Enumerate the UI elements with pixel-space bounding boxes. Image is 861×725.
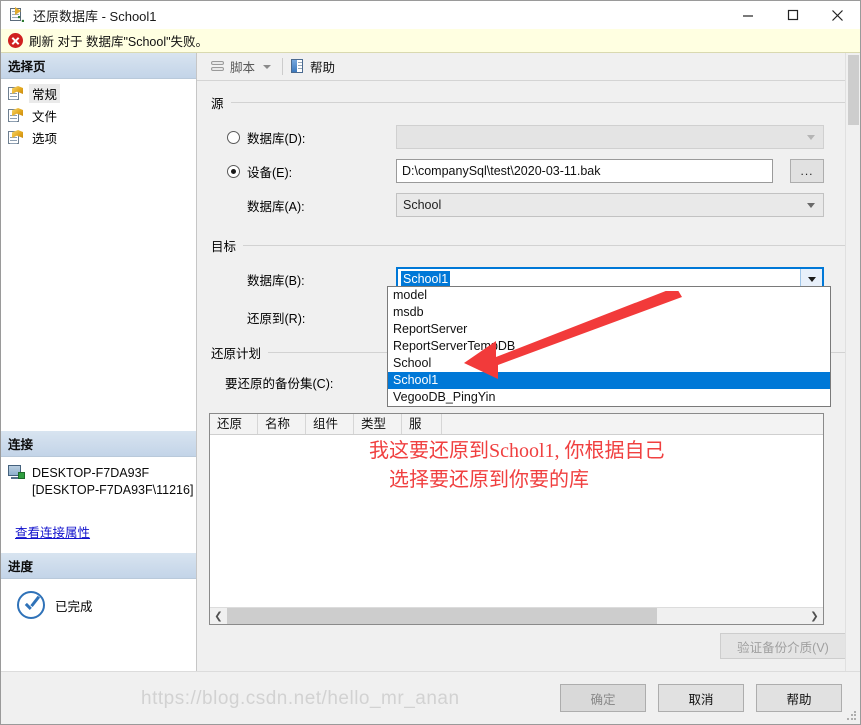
error-banner: 刷新 对于 数据库"School"失败。 xyxy=(1,29,860,53)
table-header-server[interactable]: 服 xyxy=(402,414,442,434)
page-icon xyxy=(8,130,24,145)
help-label: 帮助 xyxy=(310,61,336,75)
dropdown-item-reportservertempdb[interactable]: ReportServerTempDB xyxy=(388,338,830,355)
page-icon xyxy=(8,86,24,101)
page-icon xyxy=(8,108,24,123)
table-header-component[interactable]: 组件 xyxy=(306,414,354,434)
source-db-name-value: School xyxy=(403,198,442,212)
restore-to-label: 还原到(R): xyxy=(247,312,306,326)
table-horizontal-scrollbar[interactable]: ❮ ❯ xyxy=(210,607,823,624)
dropdown-item-reportserver[interactable]: ReportServer xyxy=(388,321,830,338)
minimize-button[interactable] xyxy=(725,1,770,29)
source-database-radio[interactable] xyxy=(227,130,240,144)
title-bar: 还原数据库 - School1 xyxy=(1,1,860,29)
chevron-down-icon xyxy=(807,135,815,140)
watermark: https://blog.csdn.net/hello_mr_anan xyxy=(141,688,460,709)
dropdown-item-school[interactable]: School xyxy=(388,355,830,372)
resize-grip-icon[interactable] xyxy=(846,710,857,721)
restore-database-dialog: 还原数据库 - School1 刷新 对于 数据库"School"失败。 选择页 xyxy=(0,0,861,725)
error-banner-text: 刷新 对于 数据库"School"失败。 xyxy=(29,35,209,49)
device-path-input[interactable]: D:\companySql\test\2020-03-11.bak xyxy=(396,159,773,183)
verify-backup-media-button: 验证备份介质(V) xyxy=(720,633,846,659)
scroll-left-icon[interactable]: ❮ xyxy=(210,608,227,624)
sidebar-item-general-label: 常规 xyxy=(29,84,61,103)
source-group-title: 源 xyxy=(211,97,224,111)
server-icon xyxy=(8,465,26,481)
server-instance: [DESKTOP-F7DA93F\11216] xyxy=(32,483,194,497)
source-database-label: 数据库(D): xyxy=(247,131,306,146)
sidebar-item-options[interactable]: 选项 xyxy=(8,127,196,148)
cancel-button[interactable]: 取消 xyxy=(658,684,744,712)
view-connection-properties-link[interactable]: 查看连接属性 xyxy=(15,522,90,541)
connection-section: 连接 DESKTOP-F7DA93F [DESKTOP-F7DA93F\1121… xyxy=(1,431,196,541)
source-database-combo xyxy=(396,125,824,149)
source-group: 源 数据库(D): 设备(E): D:\companySql\test\2020… xyxy=(211,93,846,217)
progress-header: 进度 xyxy=(1,553,196,579)
backup-sets-table[interactable]: 还原 名称 组件 类型 服 ❮ ❯ xyxy=(209,413,824,625)
source-device-radio[interactable] xyxy=(227,164,240,178)
progress-status: 已完成 xyxy=(55,599,93,614)
source-db-name-combo[interactable]: School xyxy=(396,193,824,217)
restore-database-icon xyxy=(10,7,26,23)
dialog-vertical-scrollbar[interactable] xyxy=(845,53,860,671)
target-database-value: School1 xyxy=(401,270,451,288)
source-device-label: 设备(E): xyxy=(247,165,293,180)
scroll-right-icon[interactable]: ❯ xyxy=(806,608,823,624)
scrollbar-thumb[interactable] xyxy=(227,608,657,624)
restore-plan-title: 还原计划 xyxy=(211,347,262,361)
script-button[interactable]: 脚本 xyxy=(207,56,258,78)
sidebar-item-general[interactable]: 常规 xyxy=(8,83,196,104)
device-path-value: D:\companySql\test\2020-03-11.bak xyxy=(402,164,601,178)
dropdown-item-msdb[interactable]: msdb xyxy=(388,304,830,321)
left-pane: 选择页 常规 文件 选项 连接 DESKTOP-F7DA93F [DESKTOP… xyxy=(1,53,197,671)
sidebar-item-options-label: 选项 xyxy=(32,132,58,146)
connection-body: DESKTOP-F7DA93F [DESKTOP-F7DA93F\11216] … xyxy=(1,457,196,541)
table-header-name[interactable]: 名称 xyxy=(258,414,306,434)
progress-section: 进度 已完成 xyxy=(1,553,196,619)
close-button[interactable] xyxy=(815,1,860,29)
success-check-icon xyxy=(17,591,45,619)
table-header-type[interactable]: 类型 xyxy=(354,414,402,434)
browse-device-button[interactable]: ... xyxy=(790,159,824,183)
target-group-title: 目标 xyxy=(211,240,237,254)
dropdown-item-model[interactable]: model xyxy=(388,287,830,304)
table-header-restore[interactable]: 还原 xyxy=(210,414,258,434)
dropdown-item-vegoodb-pingyin[interactable]: VegooDB_PingYin xyxy=(388,389,830,406)
help-button[interactable]: 帮助 xyxy=(288,56,338,78)
connection-header: 连接 xyxy=(1,431,196,457)
help-button-footer[interactable]: 帮助 xyxy=(756,684,842,712)
table-header-row: 还原 名称 组件 类型 服 xyxy=(210,414,823,435)
dropdown-item-school1[interactable]: School1 xyxy=(388,372,830,389)
ok-button[interactable]: 确定 xyxy=(560,684,646,712)
page-list: 常规 文件 选项 xyxy=(1,79,196,148)
toolbar: 脚本 帮助 xyxy=(197,53,860,81)
divider xyxy=(230,102,846,103)
chevron-down-icon[interactable] xyxy=(263,64,272,69)
scrollbar-thumb[interactable] xyxy=(848,55,859,125)
backup-sets-label: 要还原的备份集(C): xyxy=(225,377,334,391)
sidebar-item-files[interactable]: 文件 xyxy=(8,105,196,126)
source-db-name-label: 数据库(A): xyxy=(247,199,305,214)
scrollbar-track[interactable] xyxy=(227,608,806,624)
window-title: 还原数据库 - School1 xyxy=(33,8,157,24)
error-circle-icon xyxy=(8,33,23,48)
select-page-header: 选择页 xyxy=(1,53,196,79)
target-database-label: 数据库(B): xyxy=(247,273,305,288)
help-book-icon xyxy=(291,59,306,74)
toolbar-separator xyxy=(282,58,284,75)
sidebar-item-files-label: 文件 xyxy=(32,110,58,124)
script-icon xyxy=(210,60,226,74)
server-name: DESKTOP-F7DA93F xyxy=(32,466,150,480)
maximize-button[interactable] xyxy=(770,1,815,29)
dialog-footer: https://blog.csdn.net/hello_mr_anan 确定 取… xyxy=(1,671,860,724)
target-database-dropdown[interactable]: model msdb ReportServer ReportServerTemp… xyxy=(387,286,831,407)
chevron-down-icon xyxy=(807,203,815,208)
window-controls xyxy=(725,1,860,29)
divider xyxy=(243,245,846,246)
script-label: 脚本 xyxy=(230,61,256,75)
